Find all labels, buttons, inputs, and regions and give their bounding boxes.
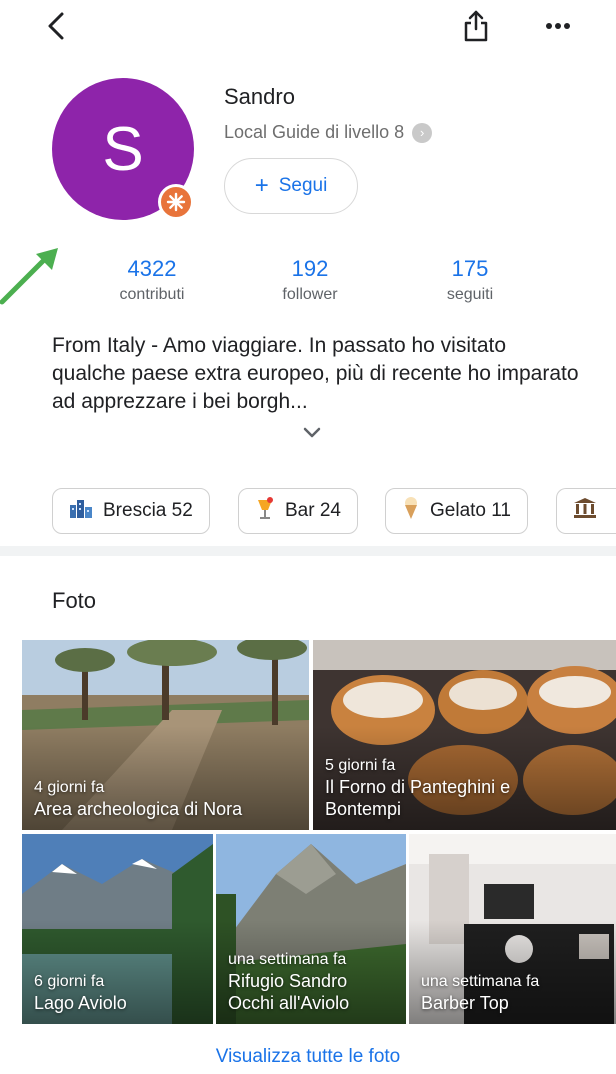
chevron-down-icon[interactable]: [298, 422, 326, 444]
museum-icon: [573, 497, 597, 525]
chip-label: Brescia 52: [103, 500, 193, 521]
guide-level-text: Local Guide di livello 8: [224, 122, 405, 142]
photo-tile-barber-top[interactable]: una settimana fa Barber Top: [409, 834, 616, 1024]
follow-button[interactable]: + Segui: [224, 158, 358, 214]
chip-museum[interactable]: [556, 488, 616, 534]
more-options-icon[interactable]: [540, 8, 576, 44]
profile-name: Sandro: [224, 84, 295, 109]
photo-title: Il Forno di Panteghini e Bontempi: [325, 777, 511, 819]
chip-label: Gelato 11: [430, 500, 511, 521]
photo-title: Barber Top: [421, 993, 509, 1013]
photo-date: 5 giorni fa: [325, 757, 396, 774]
chip-label: Bar 24: [285, 500, 341, 521]
photo-tile-rifugio[interactable]: una settimana fa Rifugio Sandro Occhi al…: [216, 834, 406, 1024]
photo-title: Area archeologica di Nora: [34, 799, 243, 819]
share-icon[interactable]: [458, 6, 494, 46]
stat-contributions[interactable]: 4322 contributi: [82, 256, 222, 304]
chip-gelato[interactable]: Gelato 11: [385, 488, 528, 534]
stat-followers[interactable]: 192 follower: [240, 256, 380, 304]
follow-label: Segui: [278, 175, 328, 196]
photos-section-title: Foto: [52, 588, 97, 613]
chip-bar[interactable]: Bar 24: [238, 488, 358, 534]
photo-title: Rifugio Sandro Occhi all'Aviolo: [228, 971, 350, 1013]
photo-date: una settimana fa: [421, 973, 540, 990]
stat-value: 192: [291, 256, 329, 281]
photo-tile-forno[interactable]: 5 giorni fa Il Forno di Panteghini e Bon…: [313, 640, 616, 830]
photo-date: 4 giorni fa: [34, 779, 105, 796]
stat-label: contributi: [119, 286, 185, 303]
see-all-photos-link[interactable]: Visualizza tutte le foto: [0, 1046, 616, 1068]
photo-date: 6 giorni fa: [34, 973, 105, 990]
stat-value: 175: [451, 256, 489, 281]
guide-level[interactable]: Local Guide di livello 8 ›: [224, 122, 433, 143]
photo-tile-lago-aviolo[interactable]: 6 giorni fa Lago Aviolo: [22, 834, 213, 1024]
local-guide-badge-icon: [158, 184, 194, 220]
stat-label: follower: [282, 286, 338, 303]
chip-brescia[interactable]: Brescia 52: [52, 488, 210, 534]
annotation-arrow-icon: [0, 240, 70, 310]
photo-title: Lago Aviolo: [34, 993, 127, 1013]
chevron-right-icon[interactable]: ›: [412, 122, 433, 143]
photo-date: una settimana fa: [228, 951, 347, 968]
back-icon[interactable]: [38, 8, 74, 44]
profile-bio: From Italy - Amo viaggiare. In passato h…: [52, 334, 579, 413]
stat-label: seguiti: [446, 286, 494, 303]
stat-following[interactable]: 175 seguiti: [400, 256, 540, 304]
city-icon: [69, 497, 93, 525]
cocktail-icon: [255, 496, 275, 526]
avatar-letter: S: [102, 114, 144, 184]
ice-cream-icon: [402, 496, 420, 526]
section-divider: [0, 546, 616, 556]
photo-tile-nora[interactable]: 4 giorni fa Area archeologica di Nora: [22, 640, 309, 830]
plus-icon: +: [254, 172, 269, 199]
stat-value: 4322: [127, 256, 177, 281]
